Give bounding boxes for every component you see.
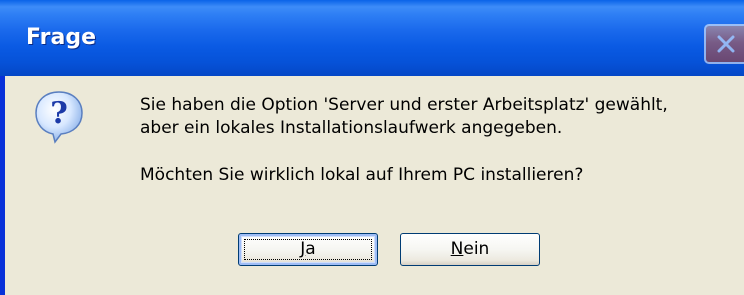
- message-line: aber ein lokales Installationslaufwerk a…: [140, 118, 563, 138]
- dialog-message: Sie haben die Option 'Server und erster …: [140, 94, 668, 187]
- dialog-body: ? Sie haben die Option 'Server und erste…: [5, 76, 744, 295]
- yes-button[interactable]: Ja: [238, 233, 378, 266]
- question-glyph: ?: [50, 96, 68, 131]
- no-button-mnemonic: N: [450, 239, 464, 259]
- no-button[interactable]: Nein: [400, 233, 540, 266]
- no-button-label-rest: ein: [463, 239, 490, 259]
- message-line: Sie haben die Option 'Server und erster …: [140, 95, 668, 115]
- yes-button-label-rest: a: [305, 239, 316, 259]
- title-bar[interactable]: Frage: [0, 0, 744, 76]
- question-icon: ?: [35, 91, 83, 144]
- close-button[interactable]: [704, 24, 744, 64]
- dialog-title: Frage: [26, 25, 96, 50]
- dialog-window: Frage ? Sie haben die Option 'Server und…: [0, 0, 744, 295]
- dialog-question: Möchten Sie wirklich lokal auf Ihrem PC …: [140, 165, 584, 185]
- close-icon: [717, 35, 735, 53]
